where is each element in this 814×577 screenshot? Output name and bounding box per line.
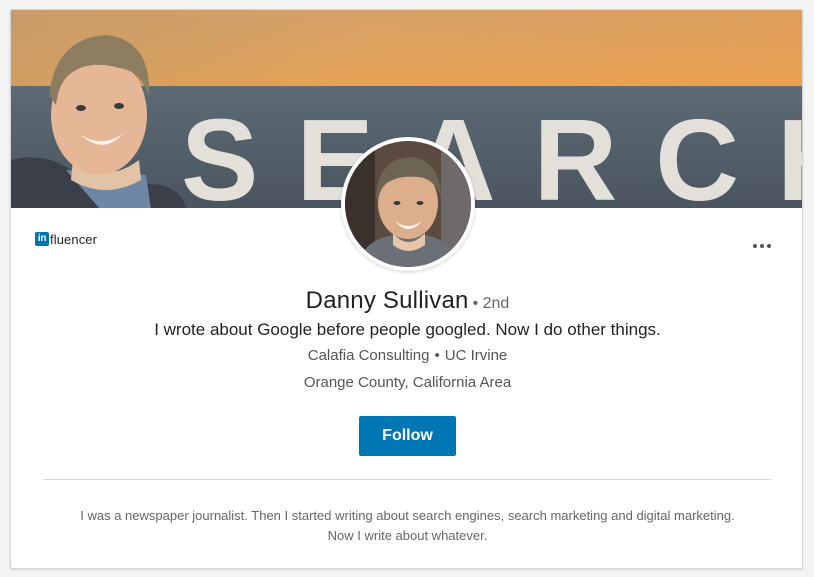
influencer-label: fluencer bbox=[50, 231, 98, 247]
profile-headline: I wrote about Google before people googl… bbox=[154, 320, 661, 339]
banner-sign-text: SEARCH bbox=[181, 95, 802, 208]
more-horizontal-icon bbox=[753, 244, 757, 248]
linkedin-logo-icon: in bbox=[35, 232, 49, 246]
name-row: Danny Sullivan • 2nd bbox=[11, 287, 802, 315]
more-options-button[interactable] bbox=[747, 239, 777, 253]
profile-name: Danny Sullivan bbox=[305, 287, 469, 314]
avatar-photo bbox=[345, 141, 471, 267]
profile-card: SEARCH bbox=[10, 9, 803, 569]
company-link[interactable]: Calafia Consulting bbox=[308, 347, 430, 364]
separator: • bbox=[434, 347, 440, 364]
school-link[interactable]: UC Irvine bbox=[445, 347, 508, 364]
divider bbox=[43, 479, 771, 480]
connection-degree: • 2nd bbox=[472, 295, 510, 312]
influencer-badge: in fluencer bbox=[35, 231, 97, 247]
more-dot bbox=[767, 244, 771, 248]
profile-summary: I was a newspaper journalist. Then I sta… bbox=[80, 508, 735, 543]
more-dot bbox=[760, 244, 764, 248]
follow-button[interactable]: Follow bbox=[359, 416, 456, 456]
avatar[interactable] bbox=[341, 137, 475, 271]
banner-person-photo bbox=[11, 35, 186, 208]
profile-location: Orange County, California Area bbox=[303, 374, 512, 391]
company-school-row: Calafia Consulting • UC Irvine bbox=[11, 347, 802, 364]
